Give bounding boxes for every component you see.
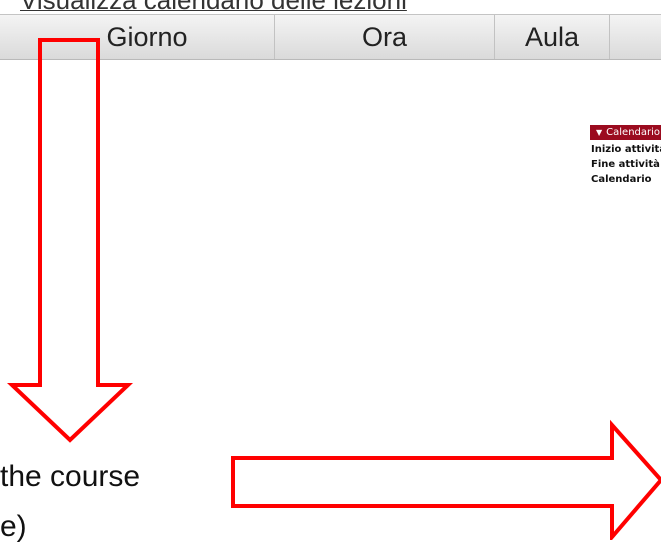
annotation-arrows xyxy=(6,38,661,540)
down-arrow-icon xyxy=(6,38,134,443)
caption-line-1: the course xyxy=(0,460,141,493)
right-arrow-icon xyxy=(231,419,661,540)
caption-line-2: e) xyxy=(0,510,27,543)
